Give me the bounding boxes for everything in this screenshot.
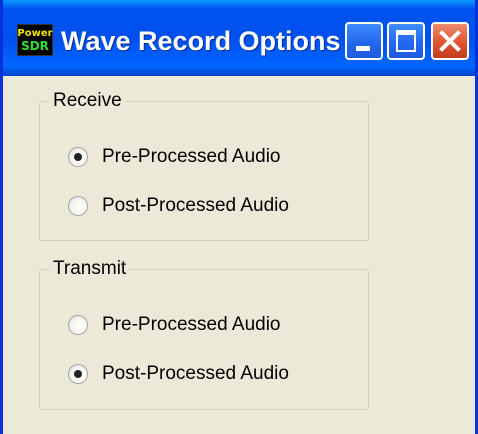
maximize-button[interactable]	[387, 22, 425, 60]
close-button[interactable]	[431, 22, 469, 60]
radio-button-selected[interactable]	[68, 147, 88, 167]
minimize-button[interactable]	[345, 22, 383, 60]
receive-pre-processed-option[interactable]: Pre-Processed Audio	[68, 144, 281, 170]
receive-group-label: Receive	[50, 90, 125, 112]
maximize-icon	[396, 30, 416, 52]
radio-label[interactable]: Pre-Processed Audio	[102, 314, 281, 336]
radio-label[interactable]: Post-Processed Audio	[102, 363, 289, 385]
receive-post-processed-option[interactable]: Post-Processed Audio	[68, 193, 289, 219]
transmit-pre-processed-option[interactable]: Pre-Processed Audio	[68, 312, 281, 338]
receive-groupbox: Receive Pre-Processed Audio Post-Process…	[39, 90, 369, 241]
radio-dot	[74, 153, 82, 161]
radio-button[interactable]	[68, 196, 88, 216]
radio-dot	[74, 370, 82, 378]
radio-label[interactable]: Pre-Processed Audio	[102, 146, 281, 168]
close-icon	[439, 30, 461, 52]
transmit-group-label: Transmit	[50, 258, 130, 280]
title-bar[interactable]: Power SDR Wave Record Options	[3, 0, 475, 76]
wave-record-options-window: Power SDR Wave Record Options Receive Pr…	[0, 0, 478, 434]
minimize-icon	[356, 46, 370, 51]
radio-label[interactable]: Post-Processed Audio	[102, 195, 289, 217]
radio-button-selected[interactable]	[68, 364, 88, 384]
transmit-post-processed-option[interactable]: Post-Processed Audio	[68, 361, 289, 387]
window-title: Wave Record Options	[61, 26, 341, 56]
powersdr-icon: Power SDR	[17, 24, 53, 56]
radio-button[interactable]	[68, 315, 88, 335]
transmit-groupbox: Transmit Pre-Processed Audio Post-Proces…	[39, 258, 369, 410]
icon-text-bottom: SDR	[21, 39, 49, 53]
